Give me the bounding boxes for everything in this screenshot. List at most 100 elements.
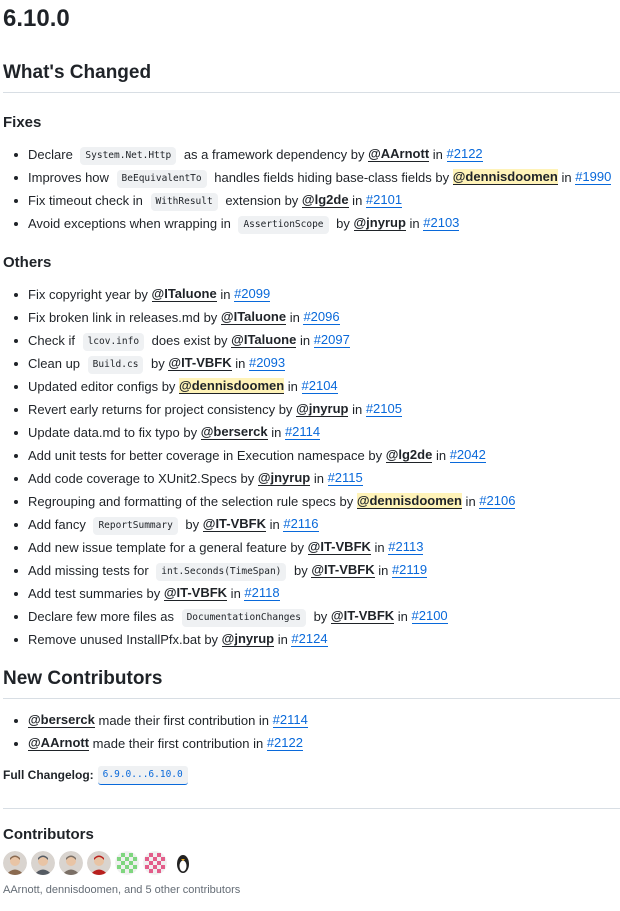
user-mention-link[interactable]: @jnyrup — [257, 470, 311, 486]
user-mention-link[interactable]: @ITaluone — [220, 309, 287, 325]
inline-code: System.Net.Http — [80, 147, 177, 165]
user-mention-link[interactable]: @jnyrup — [296, 401, 349, 417]
avatar-portrait-icon[interactable] — [31, 851, 55, 875]
pull-request-link[interactable]: #2101 — [365, 192, 403, 208]
user-mention-link[interactable]: @dennisdoomen — [356, 493, 462, 509]
item-text: in — [266, 517, 284, 532]
item-text: as a framework dependency by — [180, 147, 369, 162]
list-item: Add code coverage to XUnit2.Specs by @jn… — [14, 467, 620, 490]
user-mention-link[interactable]: @IT-VBFK — [311, 562, 375, 578]
avatar-portrait-icon[interactable] — [87, 851, 111, 875]
others-list: Fix copyright year by @ITaluone in #2099… — [3, 283, 620, 651]
user-mention-link[interactable]: @dennisdoomen — [179, 378, 285, 394]
inline-code: DocumentationChanges — [181, 609, 306, 627]
pull-request-link[interactable]: #2106 — [479, 493, 516, 509]
pull-request-link[interactable]: #2104 — [301, 378, 338, 394]
user-mention-link[interactable]: @IT-VBFK — [307, 539, 371, 555]
pull-request-link[interactable]: #2118 — [244, 585, 280, 601]
inline-code: ReportSummary — [93, 517, 178, 535]
user-mention-link[interactable]: @AArnott — [368, 146, 430, 162]
list-item: @AArnott made their first contribution i… — [14, 732, 620, 755]
item-text: Update data.md to fix typo by — [28, 425, 201, 440]
user-mention-link[interactable]: @IT-VBFK — [330, 608, 395, 624]
pull-request-link[interactable]: #2115 — [327, 470, 363, 486]
item-text: Revert early returns for project consist… — [28, 402, 297, 417]
pull-request-link[interactable]: #2119 — [391, 562, 428, 578]
pull-request-link[interactable]: #2105 — [365, 401, 402, 417]
fixes-list: Declare System.Net.Http as a framework d… — [3, 143, 620, 235]
list-item: Fix copyright year by @ITaluone in #2099 — [14, 283, 620, 306]
pull-request-link[interactable]: #2122 — [446, 146, 483, 162]
contributors-heading: Contributors — [3, 826, 94, 843]
item-text: Avoid exceptions when wrapping in — [28, 216, 235, 231]
item-text: by — [290, 563, 312, 578]
user-mention-link[interactable]: @jnyrup — [221, 631, 275, 647]
item-text: in — [286, 310, 304, 325]
item-text: Remove unused InstallPfx.bat by — [28, 632, 222, 647]
user-mention-link[interactable]: @berserck — [28, 712, 95, 728]
item-text: by — [147, 356, 169, 371]
avatar-portrait-icon[interactable] — [59, 851, 83, 875]
item-text: by — [332, 216, 354, 231]
avatar-portrait-icon[interactable] — [3, 851, 27, 875]
user-mention-link[interactable]: @dennisdoomen — [452, 169, 558, 185]
user-mention-link[interactable]: @ITaluone — [151, 286, 217, 302]
item-text: in — [348, 193, 366, 208]
pull-request-link[interactable]: #1990 — [575, 169, 612, 185]
pull-request-link[interactable]: #2124 — [291, 631, 328, 647]
user-mention-link[interactable]: @ITaluone — [231, 332, 297, 348]
item-text: in — [405, 216, 424, 231]
pull-request-link[interactable]: #2100 — [411, 608, 448, 624]
pull-request-link[interactable]: #2114 — [272, 712, 308, 728]
list-item: Update data.md to fix typo by @berserck … — [14, 421, 620, 444]
user-mention-link[interactable]: @berserck — [200, 424, 268, 440]
item-text: in — [429, 147, 447, 162]
item-text: Updated editor configs by — [28, 379, 180, 394]
pull-request-link[interactable]: #2116 — [283, 516, 319, 532]
pull-request-link[interactable]: #2114 — [284, 424, 321, 440]
item-text: Fix timeout check in — [28, 193, 147, 208]
full-changelog: Full Changelog: 6.9.0...6.10.0 — [3, 765, 620, 785]
list-item: Check if lcov.info does exist by @ITaluo… — [14, 329, 620, 352]
user-mention-link[interactable]: @lg2de — [385, 447, 433, 463]
item-text: in — [231, 356, 249, 371]
full-changelog-link[interactable]: 6.9.0...6.10.0 — [97, 766, 188, 785]
user-mention-link[interactable]: @IT-VBFK — [163, 585, 228, 601]
pull-request-link[interactable]: #2103 — [423, 215, 460, 231]
pull-request-link[interactable]: #2099 — [234, 286, 271, 302]
item-text: in — [557, 170, 576, 185]
penguin-icon[interactable] — [171, 851, 195, 875]
user-mention-link[interactable]: @lg2de — [301, 192, 349, 208]
item-text: Add fancy — [28, 517, 90, 532]
contributors-summary: AArnott, dennisdoomen, and 5 other contr… — [3, 884, 241, 896]
pull-request-link[interactable]: #2113 — [388, 539, 424, 555]
list-item: Add missing tests for int.Seconds(TimeSp… — [14, 559, 620, 582]
user-mention-link[interactable]: @IT-VBFK — [202, 516, 266, 532]
item-text: Clean up — [28, 356, 84, 371]
item-text: in — [432, 448, 450, 463]
full-changelog-label: Full Changelog: — [3, 767, 94, 782]
whats-changed-heading: What's Changed — [3, 61, 620, 93]
item-text: Add code coverage to XUnit2.Specs by — [28, 471, 258, 486]
item-text: handles fields hiding base-class fields … — [210, 170, 453, 185]
list-item: Remove unused InstallPfx.bat by @jnyrup … — [14, 628, 620, 651]
user-mention-link[interactable]: @jnyrup — [353, 215, 406, 231]
item-text: Improves how — [28, 170, 113, 185]
list-item: Updated editor configs by @dennisdoomen … — [14, 375, 620, 398]
inline-code: Build.cs — [87, 356, 144, 374]
identicon-icon[interactable] — [143, 851, 167, 875]
pull-request-link[interactable]: #2122 — [266, 735, 303, 751]
item-text: by — [309, 609, 331, 624]
identicon-icon[interactable] — [115, 851, 139, 875]
pull-request-link[interactable]: #2042 — [449, 447, 486, 463]
item-text: Regrouping and formatting of the selecti… — [28, 494, 357, 509]
item-text: in — [374, 563, 392, 578]
user-mention-link[interactable]: @AArnott — [28, 735, 90, 751]
list-item: @berserck made their first contribution … — [14, 709, 620, 732]
pull-request-link[interactable]: #2093 — [248, 355, 286, 371]
list-item: Clean up Build.cs by @IT-VBFK in #2093 — [14, 352, 620, 375]
pull-request-link[interactable]: #2097 — [313, 332, 350, 348]
item-text: in — [227, 586, 245, 601]
user-mention-link[interactable]: @IT-VBFK — [168, 355, 232, 371]
pull-request-link[interactable]: #2096 — [303, 309, 340, 325]
